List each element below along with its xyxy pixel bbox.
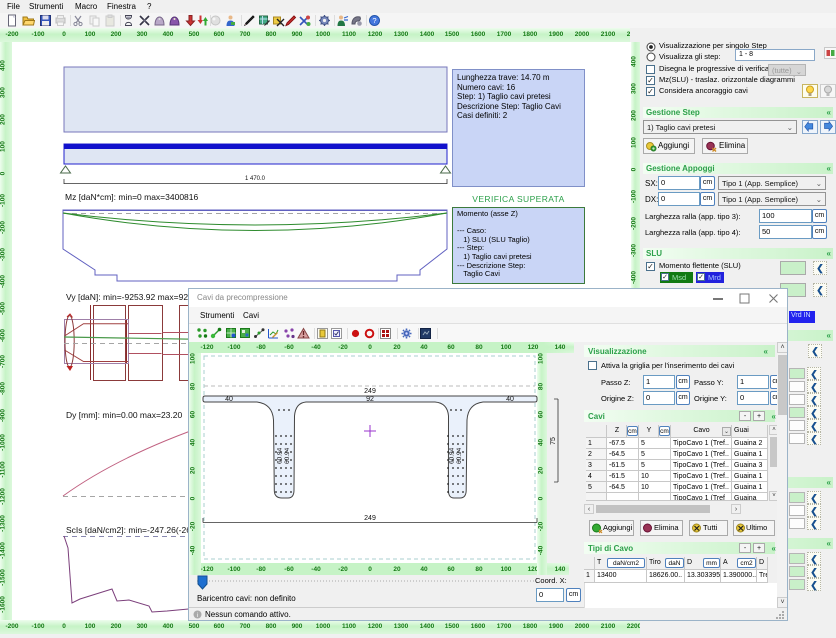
svg-text:92: 92: [366, 396, 374, 403]
svg-text:60.94: 60.94: [449, 447, 456, 464]
svg-text:Dy [mm]: min=0.00 max=23.20: Dy [mm]: min=0.00 max=23.20: [66, 410, 182, 420]
svg-text:249: 249: [364, 515, 376, 522]
svg-text:Mz [daN*cm]: min=0 max=3400816: Mz [daN*cm]: min=0 max=3400816: [65, 192, 199, 202]
svg-text:249: 249: [364, 388, 376, 395]
svg-text:i: i: [197, 613, 198, 619]
svg-text:+: +: [652, 147, 655, 153]
svg-text:60.94: 60.94: [284, 447, 291, 464]
svg-text:1 470.0: 1 470.0: [245, 176, 266, 182]
svg-text:75: 75: [550, 437, 557, 445]
svg-text:60.94: 60.94: [277, 447, 284, 464]
svg-text:60.94: 60.94: [456, 447, 463, 464]
svg-text:40: 40: [225, 396, 233, 403]
svg-text:40: 40: [506, 396, 514, 403]
svg-text:ScIs [daN/cm2]: min=-247.26(-2: ScIs [daN/cm2]: min=-247.26(-26: [66, 525, 191, 535]
